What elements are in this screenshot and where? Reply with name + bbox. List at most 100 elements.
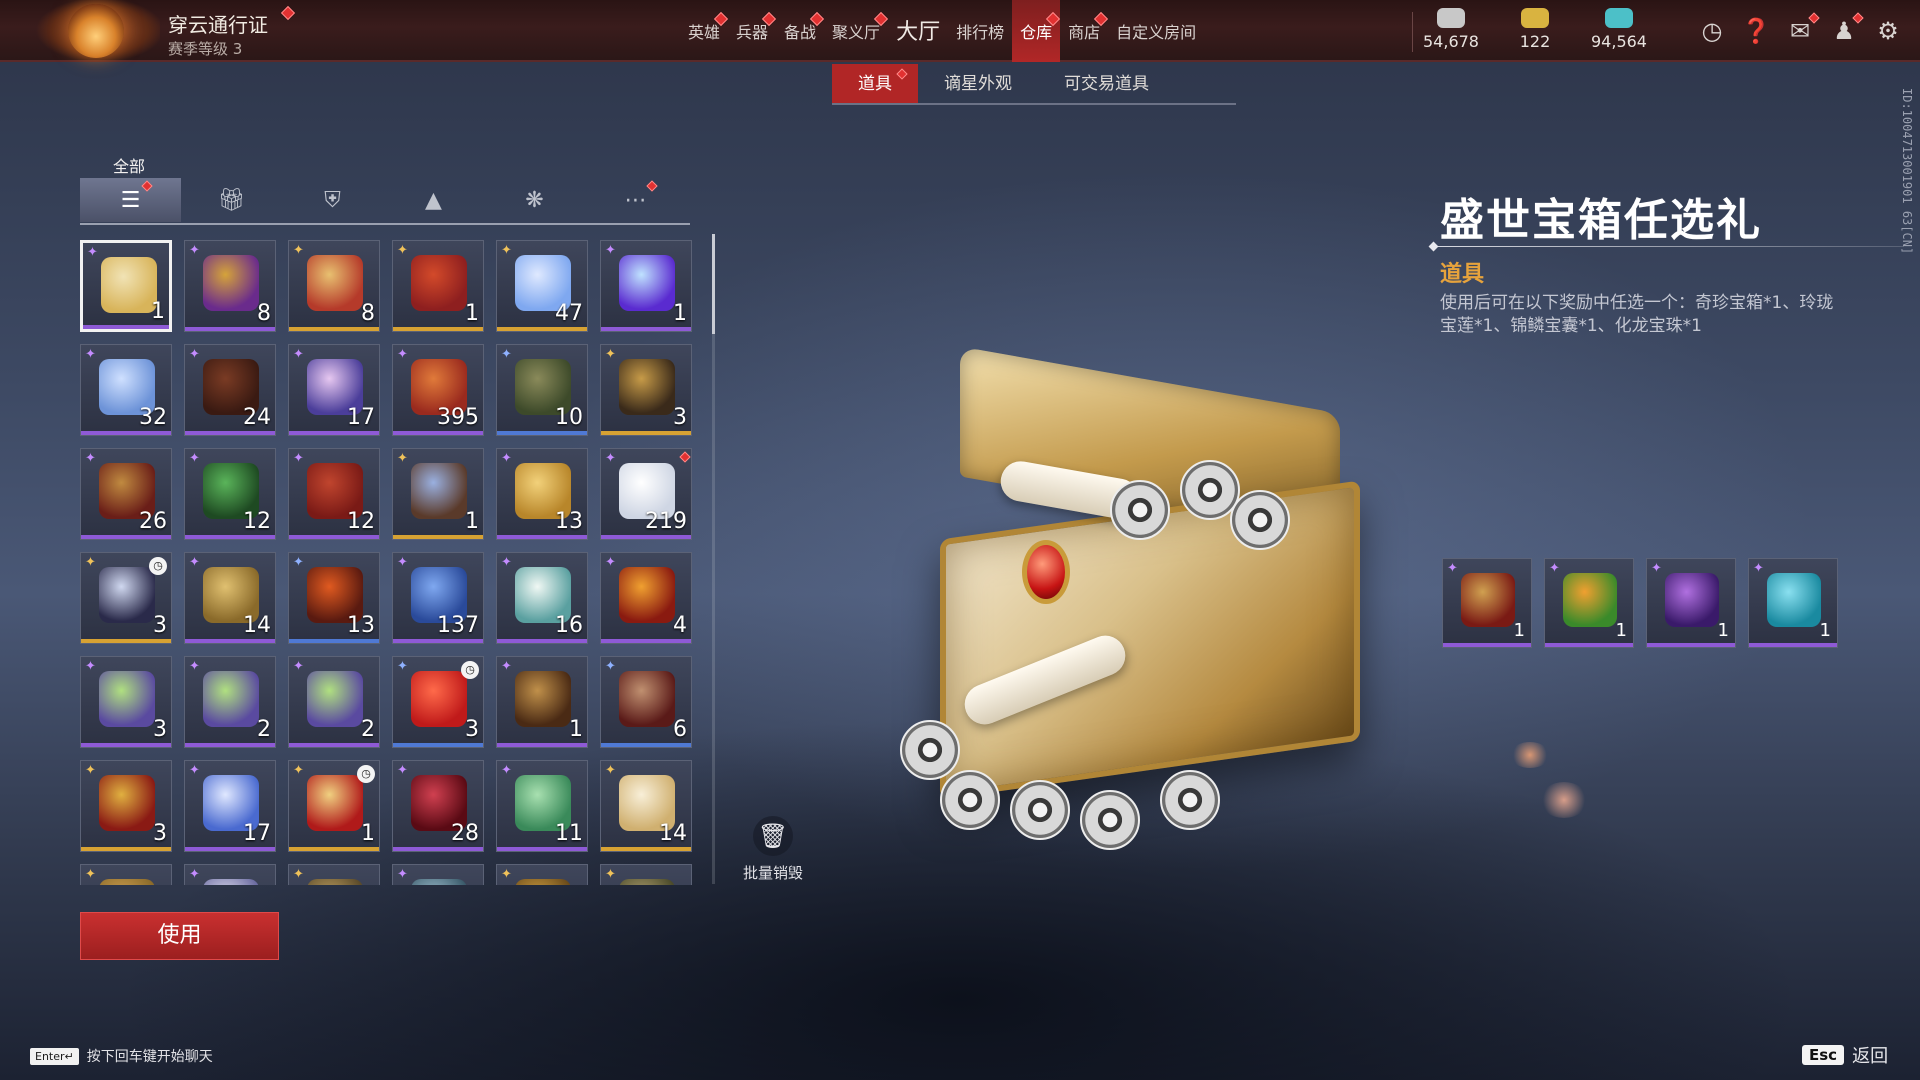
inventory-slot[interactable]: ✦ 1 (496, 656, 588, 748)
rarity-bar (81, 847, 171, 851)
inventory-slot[interactable]: ✦ 3 (80, 760, 172, 852)
nav-item[interactable]: 备战 (776, 0, 825, 62)
inventory-slot[interactable]: ✦ 12 (184, 448, 276, 540)
inventory-slot[interactable]: ✦ (184, 864, 276, 885)
currency-item[interactable]: 54,678 (1420, 8, 1482, 51)
reward-option[interactable]: ✦ 1 (1646, 558, 1736, 648)
category-tab-gift[interactable]: 🎁︎ (181, 178, 282, 222)
nav-item[interactable]: 英雄 (680, 0, 729, 62)
rarity-bar (185, 535, 275, 539)
trash-icon: 🗑︎ (753, 816, 793, 856)
help-icon[interactable]: ❓ (1740, 16, 1772, 46)
item-quantity: 137 (437, 613, 479, 638)
rarity-bar (1647, 643, 1735, 647)
chest-coin (1230, 490, 1290, 550)
category-tab-badge[interactable]: ⛨ (282, 178, 383, 222)
inventory-slot[interactable]: ✦ 17 (184, 760, 276, 852)
inventory-slot[interactable]: ✦ 2 (288, 656, 380, 748)
inventory-slot[interactable]: ✦ 1 (392, 240, 484, 332)
inventory-slot[interactable]: ✦ 8 (288, 240, 380, 332)
inventory-slot[interactable]: ✦ ◷ 3 (392, 656, 484, 748)
reward-option[interactable]: ✦ 1 (1748, 558, 1838, 648)
subtab[interactable]: 道具 (832, 64, 918, 104)
inventory-slot[interactable]: ✦ 16 (496, 552, 588, 644)
inventory-slot[interactable]: ✦ 1 (392, 448, 484, 540)
inventory-slot[interactable]: ✦ 14 (184, 552, 276, 644)
item-quantity: 14 (243, 613, 271, 638)
inventory-slot[interactable]: ✦ 17 (288, 344, 380, 436)
nav-item[interactable]: 兵器 (728, 0, 777, 62)
inventory-slot[interactable]: ✦ 32 (80, 344, 172, 436)
inventory-scroll-track[interactable] (712, 334, 715, 884)
nav-item[interactable]: 自定义房间 (1108, 0, 1204, 62)
inventory-slot[interactable]: ✦ (288, 864, 380, 885)
nav-item[interactable]: 排行榜 (948, 0, 1012, 62)
back-button[interactable]: Esc 返回 (1802, 1042, 1888, 1068)
rarity-corner-icon: ✦ (189, 451, 200, 466)
inventory-slot[interactable]: ✦ 1 (80, 240, 172, 332)
nav-item[interactable]: 大厅 (888, 0, 948, 62)
inventory-slot[interactable]: ✦ (80, 864, 172, 885)
friends-icon[interactable]: ♟ (1828, 12, 1864, 46)
clock-icon[interactable]: ◷ (1696, 16, 1728, 46)
inventory-slot[interactable]: ✦ 47 (496, 240, 588, 332)
inventory-slot[interactable]: ✦ ◷ 3 (80, 552, 172, 644)
inventory-slot[interactable]: ✦ 3 (600, 344, 692, 436)
category-tab-flame[interactable]: ▲ (383, 178, 484, 222)
inventory-slot[interactable]: ✦ 395 (392, 344, 484, 436)
inventory-slot[interactable]: ✦ (600, 864, 692, 885)
inventory-slot[interactable]: ✦ 219 (600, 448, 692, 540)
currency-item[interactable]: 122 (1504, 8, 1566, 51)
bulk-destroy-button[interactable]: 🗑︎ 批量销毁 (740, 816, 806, 883)
inventory-slot[interactable]: ✦ 6 (600, 656, 692, 748)
subtab[interactable]: 谪星外观 (918, 64, 1038, 104)
rarity-corner-icon: ✦ (501, 451, 512, 466)
battle-pass-emblem[interactable] (0, 0, 160, 62)
gift-set-icon (411, 463, 467, 519)
inventory-slot[interactable]: ✦ (496, 864, 588, 885)
use-button[interactable]: 使用 (80, 912, 279, 960)
item-quantity: 1 (569, 717, 583, 742)
inventory-slot[interactable]: ✦ 26 (80, 448, 172, 540)
rarity-corner-icon: ✦ (293, 451, 304, 466)
chest-coin (940, 770, 1000, 830)
nav-item[interactable]: 商店 (1060, 0, 1109, 62)
inventory-slot[interactable]: ✦ 4 (600, 552, 692, 644)
inventory-slot[interactable]: ✦ 137 (392, 552, 484, 644)
settings-icon[interactable]: ⚙ (1872, 16, 1904, 46)
reward-option[interactable]: ✦ 1 (1544, 558, 1634, 648)
rarity-bar (497, 327, 587, 331)
inventory-slot[interactable]: ✦ 12 (288, 448, 380, 540)
currency-item[interactable]: 94,564 (1588, 8, 1650, 51)
battle-pass-title[interactable]: 穿云通行证 (168, 9, 268, 38)
category-tab-swirl[interactable]: ❋ (484, 178, 585, 222)
flame-icon: ▲ (425, 187, 442, 213)
inventory-slot[interactable]: ✦ 8 (184, 240, 276, 332)
inventory-slot[interactable]: ✦ ◷ 1 (288, 760, 380, 852)
inventory-slot[interactable]: ✦ 3 (80, 656, 172, 748)
inventory-slot[interactable]: ✦ 11 (496, 760, 588, 852)
item-quantity: 3 (153, 613, 167, 638)
item-preview-chest[interactable] (900, 346, 1380, 860)
inventory-slot[interactable]: ✦ 14 (600, 760, 692, 852)
inventory-slot[interactable]: ✦ 13 (496, 448, 588, 540)
category-tab-all[interactable]: ☰ (80, 178, 181, 222)
inventory-slot[interactable]: ✦ 1 (600, 240, 692, 332)
category-tab-more[interactable]: ⋯ (585, 178, 686, 222)
reward-options: ✦ 1 ✦ 1 ✦ 1 ✦ 1 (1442, 558, 1838, 648)
inventory-slot[interactable]: ✦ 10 (496, 344, 588, 436)
nav-item[interactable]: 聚义厅 (824, 0, 889, 62)
inventory-slot[interactable]: ✦ 28 (392, 760, 484, 852)
mail-icon[interactable]: ✉ (1784, 12, 1820, 46)
item-quantity: 1 (465, 301, 479, 326)
inventory-slot[interactable]: ✦ 13 (288, 552, 380, 644)
inventory-slot[interactable]: ✦ (392, 864, 484, 885)
subtab[interactable]: 可交易道具 (1038, 64, 1175, 104)
top-bar: 穿云通行证 赛季等级 3 英雄 兵器 备战 聚义厅 大厅 排行榜 仓库 商店 自定义房间 54,… (0, 0, 1920, 62)
inventory-slot[interactable]: ✦ 24 (184, 344, 276, 436)
nav-item[interactable]: 仓库 (1012, 0, 1061, 62)
inventory-slot[interactable]: ✦ 2 (184, 656, 276, 748)
inventory-scrollbar[interactable] (712, 234, 715, 334)
rarity-bar (393, 743, 483, 747)
reward-option[interactable]: ✦ 1 (1442, 558, 1532, 648)
